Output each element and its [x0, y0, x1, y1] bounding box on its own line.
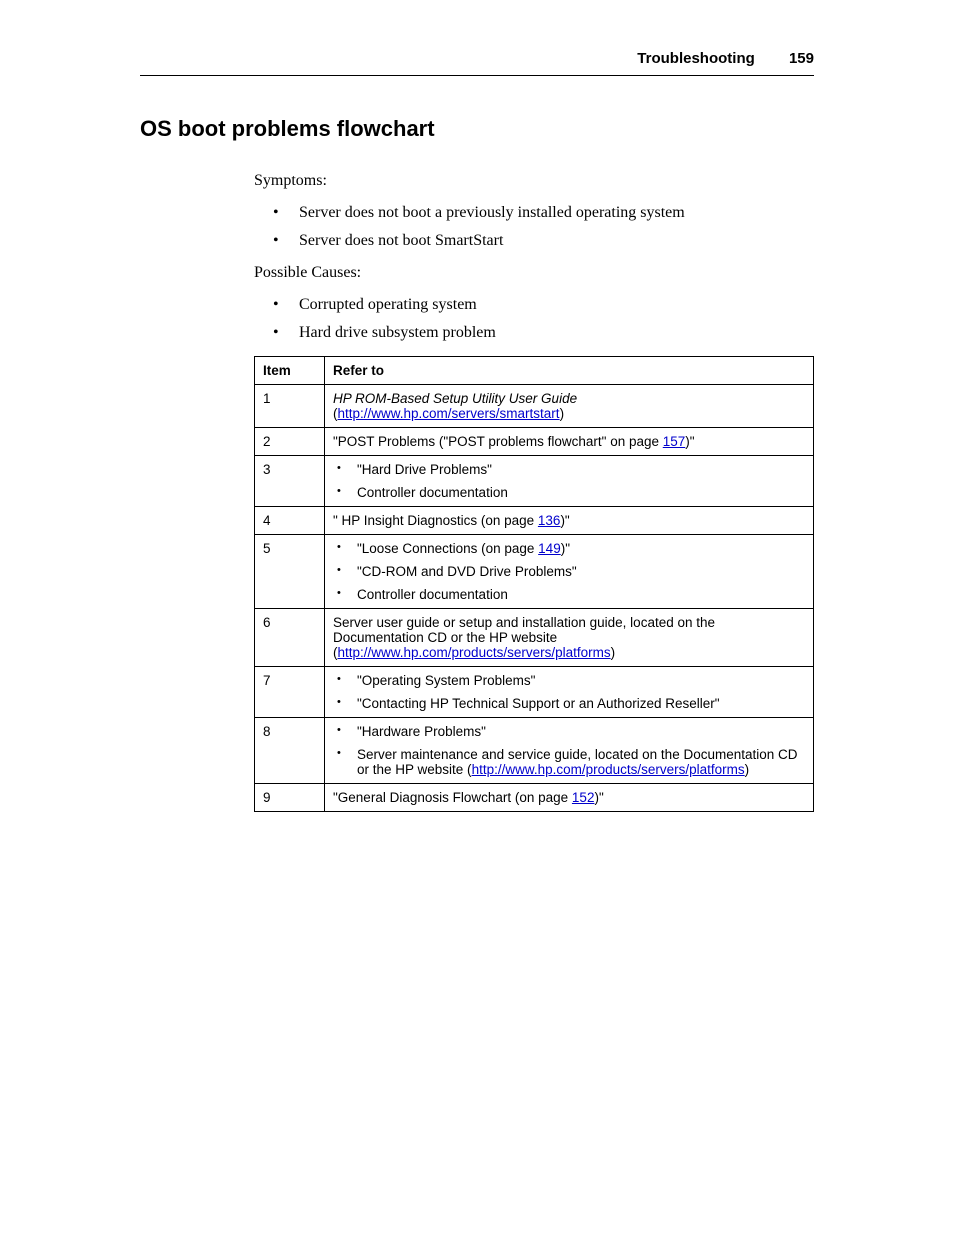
item-number: 7 — [255, 667, 325, 718]
text-post: )" — [594, 790, 603, 805]
italic-title: HP ROM-Based Setup Utility User Guide — [333, 391, 577, 406]
refer-cell: " HP Insight Diagnostics (on page 136)" — [325, 507, 814, 535]
hyperlink[interactable]: http://www.hp.com/products/servers/platf… — [472, 762, 745, 777]
list-item: Hard drive subsystem problem — [279, 324, 814, 342]
symptoms-list: Server does not boot a previously instal… — [279, 204, 814, 250]
causes-label: Possible Causes: — [254, 264, 814, 282]
item-number: 2 — [255, 428, 325, 456]
hyperlink[interactable]: http://www.hp.com/servers/smartstart — [338, 406, 560, 421]
item-number: 6 — [255, 609, 325, 667]
text-pre: " HP Insight Diagnostics (on page — [333, 513, 538, 528]
page-link[interactable]: 157 — [663, 434, 686, 449]
sub-item: "Loose Connections (on page 149)" — [333, 541, 805, 556]
refer-cell: Server user guide or setup and installat… — [325, 609, 814, 667]
sub-item: Controller documentation — [333, 587, 805, 602]
text-post: )" — [560, 513, 569, 528]
sub-item: "Hard Drive Problems" — [333, 462, 805, 477]
sub-item: "CD-ROM and DVD Drive Problems" — [333, 564, 805, 579]
item-number: 9 — [255, 784, 325, 812]
table-row: 2 "POST Problems ("POST problems flowcha… — [255, 428, 814, 456]
text-pre: "POST Problems ("POST problems flowchart… — [333, 434, 663, 449]
causes-list: Corrupted operating system Hard drive su… — [279, 296, 814, 342]
sub-item: Server maintenance and service guide, lo… — [333, 747, 805, 777]
list-item: Server does not boot SmartStart — [279, 232, 814, 250]
table-row: 1 HP ROM-Based Setup Utility User Guide … — [255, 385, 814, 428]
text-post: )" — [685, 434, 694, 449]
page-link[interactable]: 149 — [538, 541, 561, 556]
table-row: 7 "Operating System Problems" "Contactin… — [255, 667, 814, 718]
table-row: 9 "General Diagnosis Flowchart (on page … — [255, 784, 814, 812]
page-title: OS boot problems flowchart — [140, 116, 814, 142]
refer-cell: "Hard Drive Problems" Controller documen… — [325, 456, 814, 507]
item-number: 8 — [255, 718, 325, 784]
item-number: 3 — [255, 456, 325, 507]
refer-cell: "Operating System Problems" "Contacting … — [325, 667, 814, 718]
page-link[interactable]: 136 — [538, 513, 561, 528]
refer-cell: HP ROM-Based Setup Utility User Guide (h… — [325, 385, 814, 428]
table-row: 8 "Hardware Problems" Server maintenance… — [255, 718, 814, 784]
text-post: )" — [561, 541, 570, 556]
list-item: Corrupted operating system — [279, 296, 814, 314]
table-row: 4 " HP Insight Diagnostics (on page 136)… — [255, 507, 814, 535]
refer-cell: "Loose Connections (on page 149)" "CD-RO… — [325, 535, 814, 609]
document-page: Troubleshooting 159 OS boot problems flo… — [0, 0, 954, 862]
hyperlink[interactable]: http://www.hp.com/products/servers/platf… — [338, 645, 611, 660]
content-block: Symptoms: Server does not boot a previou… — [254, 172, 814, 812]
table-header-refer: Refer to — [325, 357, 814, 385]
item-number: 1 — [255, 385, 325, 428]
symptoms-label: Symptoms: — [254, 172, 814, 190]
sub-item: "Contacting HP Technical Support or an A… — [333, 696, 805, 711]
page-header: Troubleshooting 159 — [140, 50, 814, 76]
table-header-item: Item — [255, 357, 325, 385]
text-post: ) — [745, 762, 750, 777]
sub-item: Controller documentation — [333, 485, 805, 500]
text-pre: "Loose Connections (on page — [357, 541, 538, 556]
reference-table: Item Refer to 1 HP ROM-Based Setup Utili… — [254, 356, 814, 812]
sub-item: "Operating System Problems" — [333, 673, 805, 688]
text-pre: "General Diagnosis Flowchart (on page — [333, 790, 572, 805]
table-row: 3 "Hard Drive Problems" Controller docum… — [255, 456, 814, 507]
table-row: 6 Server user guide or setup and install… — [255, 609, 814, 667]
table-row: 5 "Loose Connections (on page 149)" "CD-… — [255, 535, 814, 609]
refer-cell: "Hardware Problems" Server maintenance a… — [325, 718, 814, 784]
item-number: 5 — [255, 535, 325, 609]
paren-close: ) — [560, 406, 565, 421]
list-item: Server does not boot a previously instal… — [279, 204, 814, 222]
item-number: 4 — [255, 507, 325, 535]
refer-cell: "POST Problems ("POST problems flowchart… — [325, 428, 814, 456]
header-page-number: 159 — [789, 50, 814, 67]
sub-item: "Hardware Problems" — [333, 724, 805, 739]
header-section-title: Troubleshooting — [637, 50, 755, 67]
refer-cell: "General Diagnosis Flowchart (on page 15… — [325, 784, 814, 812]
text-post: ) — [611, 645, 616, 660]
page-link[interactable]: 152 — [572, 790, 595, 805]
